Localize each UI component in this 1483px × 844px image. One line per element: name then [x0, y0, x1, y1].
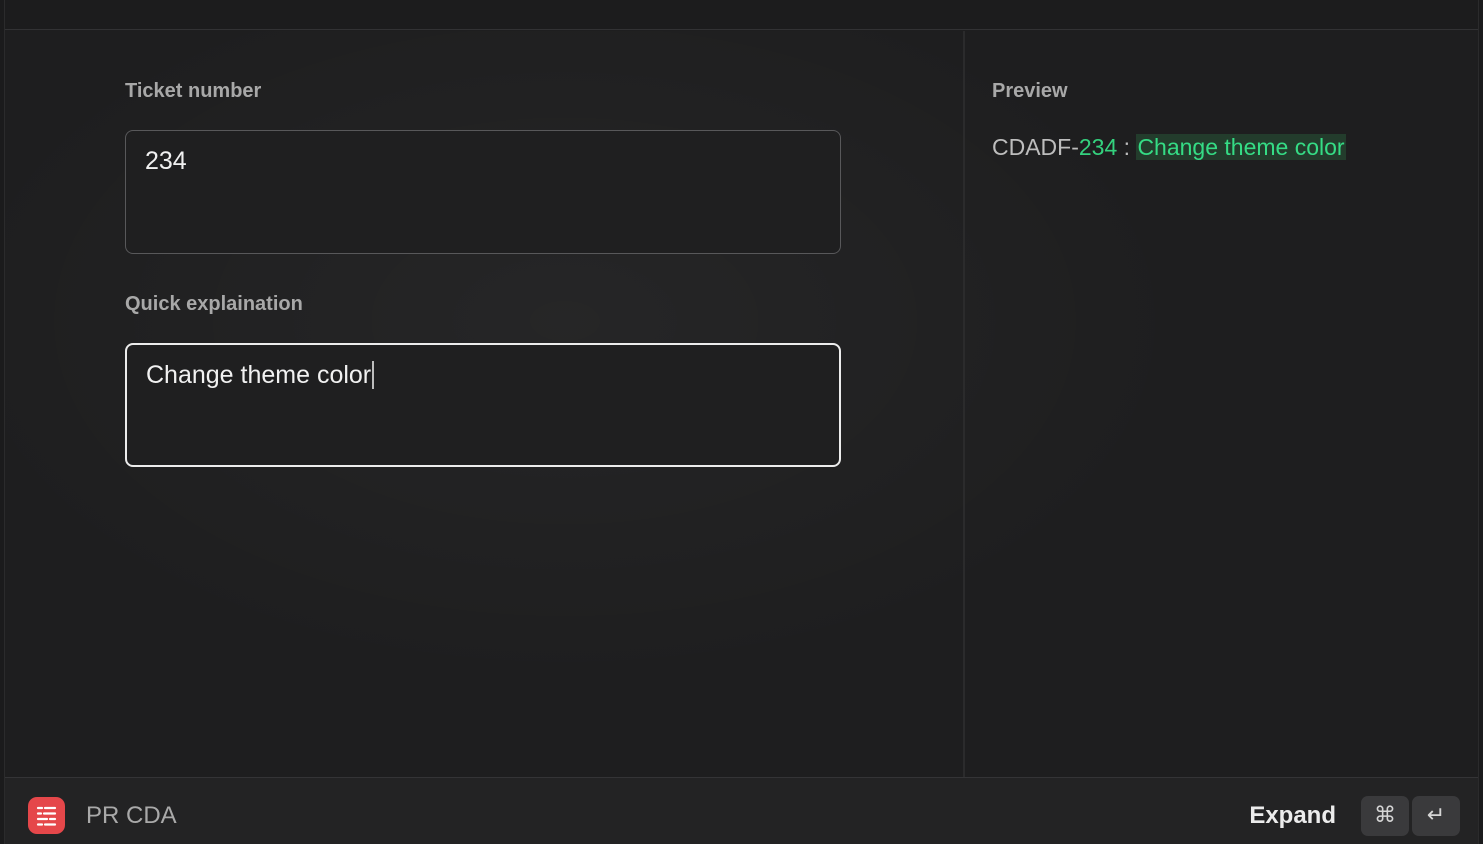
preview-label: Preview [992, 80, 1068, 102]
expand-button[interactable]: Expand [1249, 802, 1336, 830]
search-bar[interactable] [5, 0, 1478, 30]
preview-pane: Preview CDADF-234 : Change theme color [965, 31, 1478, 777]
preview-text: CDADF-234 : Change theme color [992, 134, 1346, 161]
quick-explanation-label: Quick explaination [125, 293, 303, 315]
quick-explanation-field[interactable]: Change theme color [125, 343, 841, 467]
preview-ticket-number: 234 [1078, 134, 1118, 160]
form-pane: Ticket number 234 Quick explaination Cha… [5, 31, 963, 777]
text-caret [372, 361, 375, 389]
extension-name: PR CDA [86, 802, 177, 829]
preview-explanation: Change theme color [1136, 134, 1346, 160]
quick-explanation-text: Change theme color [146, 361, 375, 390]
extension-window: Ticket number 234 Quick explaination Cha… [4, 0, 1479, 844]
ticket-number-label: Ticket number [125, 80, 262, 102]
preview-separator: : [1117, 134, 1137, 160]
preview-prefix: CDADF- [992, 134, 1079, 160]
command-key-icon: ⌘ [1361, 796, 1409, 836]
ticket-number-field[interactable]: 234 [125, 130, 841, 254]
quick-explanation-value: Change theme color [146, 361, 372, 389]
action-bar: PR CDA Expand ⌘ ↵ [5, 777, 1478, 844]
list-icon[interactable] [28, 797, 65, 834]
ticket-number-value: 234 [145, 147, 187, 175]
return-key-icon: ↵ [1412, 796, 1460, 836]
